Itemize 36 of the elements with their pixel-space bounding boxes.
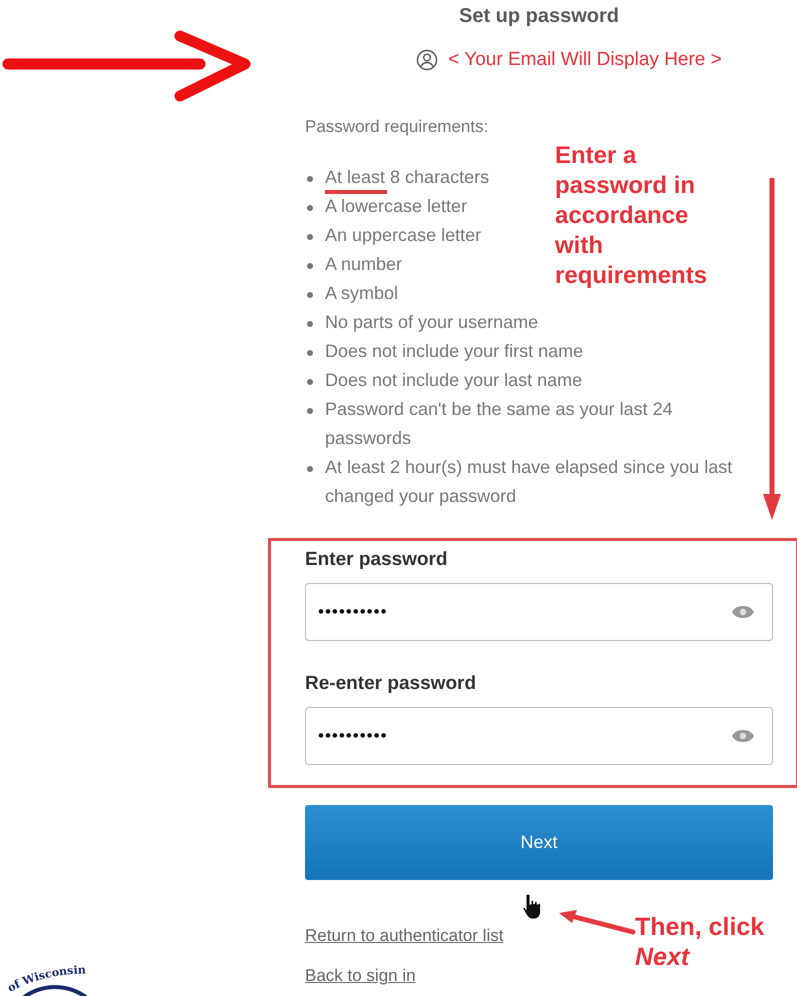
next-button[interactable]: Next	[305, 805, 773, 880]
password-field[interactable]: ••••••••••	[305, 707, 773, 765]
requirements-heading: Password requirements:	[305, 117, 490, 137]
user-icon	[416, 49, 438, 71]
email-text: < Your Email Will Display Here >	[448, 49, 722, 71]
bullet-dot	[307, 234, 313, 240]
bullet-dot	[307, 350, 313, 356]
eye-icon	[731, 729, 755, 743]
requirement-text: At least 8 characters	[325, 166, 490, 189]
click-hint-annotation: Then, click Next	[635, 912, 764, 972]
requirement-text: A lowercase letter	[325, 195, 468, 218]
requirement-text: A number	[325, 253, 402, 276]
bullet-dot	[307, 379, 313, 385]
bullet-dot	[307, 408, 313, 414]
bullet-dot	[307, 292, 313, 298]
bullet-dot	[307, 466, 313, 472]
link[interactable]: Back to sign in	[305, 966, 416, 986]
requirement-text: Does not include your first name	[325, 340, 584, 363]
field-label: Enter password	[305, 549, 449, 571]
requirement-text: A symbol	[325, 282, 398, 305]
requirement-text: At least 2 hour(s) must have elapsed since you last changed your password	[325, 456, 734, 508]
bullet-dot	[307, 205, 313, 211]
requirement-text: Does not include your last name	[325, 369, 582, 392]
link[interactable]: Return to authenticator list	[305, 926, 504, 946]
requirement-text: An uppercase letter	[325, 224, 482, 247]
instruction-annotation: Enter a password in accordance with requirements	[555, 141, 708, 291]
bullet-dot	[307, 263, 313, 269]
bullet-dot	[307, 176, 313, 182]
requirement-text: Password can't be the same as your last 24 passwords	[325, 398, 674, 450]
field-label: Re-enter password	[305, 673, 478, 695]
underline-annotation	[325, 190, 387, 194]
requirement-text: No parts of your username	[325, 311, 538, 334]
eye-icon	[731, 605, 755, 619]
password-field[interactable]: ••••••••••	[305, 583, 773, 641]
page-title: Set up password	[458, 5, 620, 29]
bullet-dot	[307, 321, 313, 327]
